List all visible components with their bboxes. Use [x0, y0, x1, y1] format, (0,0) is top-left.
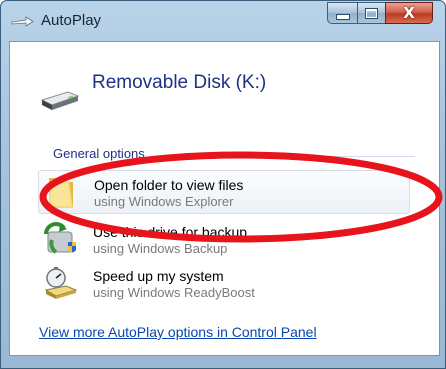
caption-buttons: X — [327, 2, 433, 24]
autoplay-arrow-icon — [11, 16, 34, 27]
close-icon: X — [403, 3, 415, 22]
minimize-button[interactable] — [327, 2, 357, 24]
close-button[interactable]: X — [385, 2, 433, 24]
dialog-content: Removable Disk (K:) General options Open… — [9, 41, 440, 356]
maximize-button[interactable] — [357, 2, 385, 24]
option-subtitle: using Windows ReadyBoost — [93, 285, 255, 300]
option-readyboost[interactable]: Speed up my system using Windows ReadyBo… — [38, 262, 410, 306]
option-title: Use this drive for backup — [93, 224, 248, 240]
maximize-icon — [365, 7, 378, 19]
section-label: General options — [53, 146, 145, 161]
option-subtitle: using Windows Explorer — [94, 194, 234, 209]
option-title: Speed up my system — [93, 268, 224, 284]
option-title: Open folder to view files — [94, 177, 244, 193]
control-panel-link[interactable]: View more AutoPlay options in Control Pa… — [39, 324, 317, 340]
readyboost-icon — [44, 267, 78, 299]
autoplay-window: AutoPlay X Removable Disk (K:) General o… — [0, 0, 446, 369]
option-open-folder[interactable]: Open folder to view files using Windows … — [38, 170, 410, 214]
backup-icon — [44, 222, 76, 254]
window-title: AutoPlay — [41, 12, 102, 29]
title-bar[interactable]: AutoPlay X — [1, 1, 445, 41]
removable-disk-icon — [40, 91, 80, 110]
option-subtitle: using Windows Backup — [93, 241, 228, 256]
minimize-icon — [335, 14, 350, 20]
device-name: Removable Disk (K:) — [92, 72, 267, 93]
option-backup[interactable]: Use this drive for backup using Windows … — [38, 218, 410, 262]
folder-icon — [49, 178, 73, 208]
section-divider — [165, 156, 415, 157]
